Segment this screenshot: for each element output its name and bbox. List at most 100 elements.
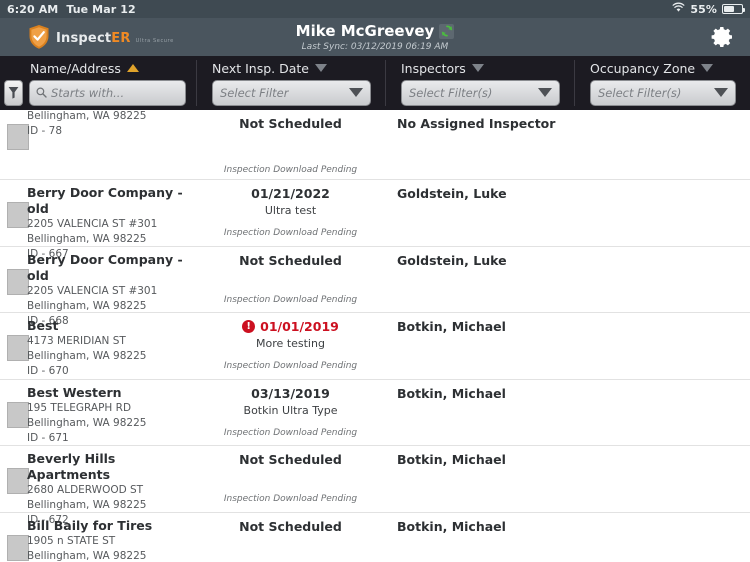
gear-icon[interactable] [710,24,736,50]
row-name-address-cell: 851 Coho WAY #301Bellingham, WA 98225ID … [27,110,195,139]
sync-refresh-icon[interactable] [439,23,455,39]
row-inspector-cell: Botkin, Michael [397,385,597,402]
row-inspector-name: Botkin, Michael [397,319,506,334]
row-inspector-cell: No Assigned Inspector [397,115,597,132]
wifi-icon [672,2,685,16]
row-next-insp-date-cell: Not Scheduled [196,115,385,132]
row-street-address: 1905 n STATE ST [27,534,116,547]
row-inspector-cell: Botkin, Michael [397,451,597,468]
current-user-name: Mike McGreevey [295,22,435,40]
column-label-name-address: Name/Address [30,60,121,76]
row-property-id: ID - 78 [27,125,63,137]
row-street-address: 4173 MERIDIAN ST [27,335,126,347]
row-name-address-cell: Best Western 195 TELEGRAPH RD Bellingham, … [27,385,195,446]
row-inspector-name: No Assigned Inspector [397,116,556,131]
table-row[interactable]: Beverly Hills Apartments 2680 ALDERWOOD S… [0,446,750,526]
row-date-text: Not Scheduled [239,116,342,131]
row-property-name: Beverly Hills Apartments [27,451,116,482]
table-row[interactable]: 851 Coho WAY #301Bellingham, WA 98225ID … [0,110,750,180]
row-next-insp-date: 03/13/2019 [196,385,385,402]
row-inspector-cell: Botkin, Michael [397,318,597,335]
filter-header-bar: Name/Address Starts with... Next Insp. D… [0,56,750,110]
row-next-insp-date-cell: Not Scheduled [196,252,385,269]
table-row[interactable]: Berry Door Company - old 2205 VALENCIA ST… [0,247,750,327]
row-inspector-name: Botkin, Michael [397,452,506,467]
column-label-inspectors: Inspectors [401,60,466,76]
row-inspector-name: Botkin, Michael [397,518,506,534]
inspection-list[interactable]: 851 Coho WAY #301Bellingham, WA 98225ID … [0,110,750,562]
table-row[interactable]: Best 4173 MERIDIAN ST Bellingham, WA 98225… [0,313,750,380]
user-row: Mike McGreevey [296,22,455,40]
search-input[interactable]: Starts with... [29,79,186,106]
last-sync-label: Last Sync: 03/12/2019 06:19 AM [301,42,449,52]
triangle-down-icon [471,64,484,72]
row-property-name: Berry Door Company - old [27,185,183,216]
search-placeholder: Starts with... [51,85,125,100]
logo-main-label: Inspect [56,31,112,46]
row-download-status: Inspection Download Pending [223,165,358,175]
next-insp-date-placeholder: Select Filter [220,85,289,100]
row-next-insp-date: Not Scheduled [196,252,385,269]
property-thumbnail [7,401,29,428]
sort-header-name-address[interactable]: Name/Address [30,61,196,76]
row-next-insp-date-cell: Not Scheduled [196,518,385,535]
filter-column-occupancy-zone: Occupancy Zone Select Filter(s) [574,56,750,110]
row-property-id: ID - 670 [27,365,69,377]
sort-header-inspectors[interactable]: Inspectors [401,61,574,76]
row-city-state-zip: Bellingham, WA 98225 [27,350,147,362]
occupancy-zone-placeholder: Select Filter(s) [598,85,682,100]
next-insp-date-select[interactable]: Select Filter [212,79,371,106]
alert-exclamation-icon: ! [242,320,256,333]
row-date-text: Not Scheduled [239,452,342,467]
row-property-name: Bill Baily for Tires [27,517,153,533]
triangle-down-icon [314,64,327,72]
triangle-up-icon [126,64,139,72]
row-download-status: Inspection Download Pending [223,494,358,504]
property-thumbnail [7,202,29,228]
app-logo: InspectER Ultra Secure [28,24,174,50]
app-logo-text: InspectER Ultra Secure [56,29,174,45]
logo-accent-label: ER [111,31,131,46]
row-street-address: 2680 ALDERWOOD ST [27,484,144,496]
row-inspection-type: More testing [256,337,325,350]
row-property-name: Best [27,318,59,333]
row-city-state-zip: Bellingham, WA 98225 [27,299,147,312]
sort-header-next-insp-date[interactable]: Next Insp. Date [212,61,385,76]
status-time: 6:20 AM [7,2,59,16]
table-row[interactable]: Bill Baily for Tires 1905 n STATE ST Belli… [0,513,750,562]
inspectors-placeholder: Select Filter(s) [409,85,493,100]
row-next-insp-date-cell: Not Scheduled [196,451,385,468]
chevron-down-icon [538,88,552,97]
row-inspection-type: Ultra test [264,204,317,217]
row-next-insp-date: Not Scheduled [196,115,385,132]
row-property-name: Best Western [27,384,122,400]
logo-tagline: Ultra Secure [135,38,174,44]
property-thumbnail [7,335,29,361]
row-city-state-zip: Bellingham, WA 98225 [27,549,147,562]
row-inspector-cell: Goldstein, Luke [397,185,597,202]
row-property-id: ID - 671 [27,431,69,444]
inspection-list-screen: 6:20 AM Tue Mar 12 55% InspectER Ultra S… [0,0,750,562]
inspectors-select[interactable]: Select Filter(s) [401,79,560,106]
app-title-bar: InspectER Ultra Secure Mike McGreevey La… [0,18,750,56]
row-download-status: Inspection Download Pending [223,361,358,371]
row-city-state-zip: Bellingham, WA 98225 [27,416,147,429]
row-next-insp-date: Not Scheduled [196,518,385,535]
table-row[interactable]: Berry Door Company - old 2205 VALENCIA ST… [0,180,750,260]
row-date-text: 01/01/2019 [260,319,339,334]
row-date-text: Not Scheduled [239,518,342,534]
row-download-status: Inspection Download Pending [223,294,358,305]
row-street-address: 2205 VALENCIA ST #301 [27,218,158,230]
funnel-filter-icon[interactable] [4,79,23,106]
ios-status-bar: 6:20 AM Tue Mar 12 55% [0,0,750,18]
row-city-state-zip: Bellingham, WA 98225 [27,233,147,245]
sort-header-occupancy-zone[interactable]: Occupancy Zone [590,61,750,76]
filter-column-next-insp-date: Next Insp. Date Select Filter [196,56,385,110]
battery-icon [722,4,745,14]
row-street-address: 2205 VALENCIA ST #301 [27,284,158,297]
table-row[interactable]: Best Western 195 TELEGRAPH RD Bellingham, … [0,380,750,446]
row-date-text: 03/13/2019 [251,385,330,401]
occupancy-zone-select[interactable]: Select Filter(s) [590,79,736,106]
property-thumbnail [7,268,29,295]
row-inspection-type: Botkin Ultra Type [243,403,338,417]
